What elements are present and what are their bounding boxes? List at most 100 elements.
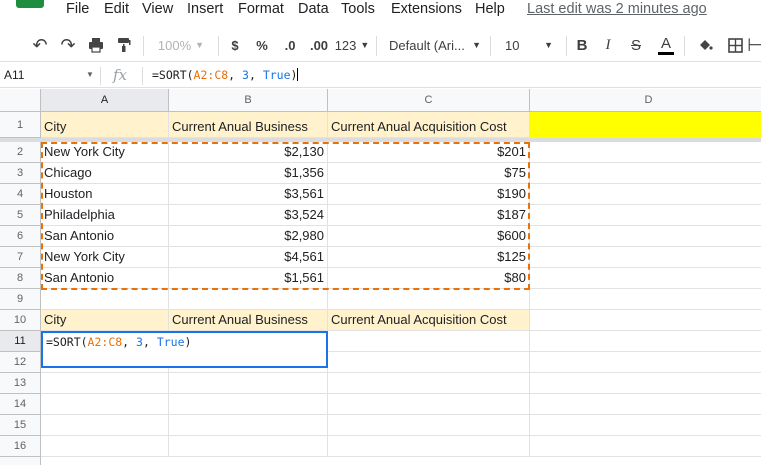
cell-d15[interactable] (530, 415, 761, 436)
text-color-button[interactable]: A (655, 28, 677, 62)
cell-b5[interactable]: $3,524 (169, 205, 328, 226)
cell-c15[interactable] (328, 415, 530, 436)
cell-a4[interactable]: Houston (41, 184, 169, 205)
cell-b9[interactable] (169, 289, 328, 310)
cell-c16[interactable] (328, 436, 530, 457)
column-header-c[interactable]: C (328, 89, 530, 112)
percent-button[interactable]: % (252, 28, 272, 62)
cell-a7[interactable]: New York City (41, 247, 169, 268)
cell-c5[interactable]: $187 (328, 205, 530, 226)
cell-d9[interactable] (530, 289, 761, 310)
increase-decimal-button[interactable]: .00 (305, 28, 333, 62)
cell-b4[interactable]: $3,561 (169, 184, 328, 205)
row-header-15[interactable]: 15 (0, 415, 41, 436)
menu-data[interactable]: Data (298, 1, 329, 17)
cell-d11[interactable] (530, 331, 761, 352)
cell-b10[interactable]: Current Anual Business (169, 310, 328, 331)
italic-button[interactable]: I (598, 28, 618, 62)
fill-color-icon[interactable] (694, 28, 716, 62)
row-header-3[interactable]: 3 (0, 163, 41, 184)
cell-c13[interactable] (328, 373, 530, 394)
cell-a10[interactable]: City (41, 310, 169, 331)
cell-c9[interactable] (328, 289, 530, 310)
cell-c1[interactable]: Current Anual Acquisition Cost (328, 112, 530, 138)
cell-b8[interactable]: $1,561 (169, 268, 328, 289)
redo-icon[interactable]: ↷ (56, 28, 80, 62)
cell-b16[interactable] (169, 436, 328, 457)
cell-d16[interactable] (530, 436, 761, 457)
cell-c14[interactable] (328, 394, 530, 415)
name-box-caret-icon[interactable]: ▼ (86, 70, 94, 79)
cell-d3[interactable] (530, 163, 761, 184)
cell-a2[interactable]: New York City (41, 142, 169, 163)
cell-a15[interactable] (41, 415, 169, 436)
cell-b6[interactable]: $2,980 (169, 226, 328, 247)
cell-d14[interactable] (530, 394, 761, 415)
select-all-corner[interactable] (0, 89, 41, 112)
print-icon[interactable] (84, 28, 108, 62)
row-header-13[interactable]: 13 (0, 373, 41, 394)
cell-a8[interactable]: San Antonio (41, 268, 169, 289)
more-formats-select[interactable]: 123 ▼ (335, 28, 370, 62)
cell-c11[interactable] (328, 331, 530, 352)
cell-a5[interactable]: Philadelphia (41, 205, 169, 226)
row-header-10[interactable]: 10 (0, 310, 41, 331)
font-size-select[interactable]: 10 ▼ (497, 28, 559, 62)
spreadsheet-grid[interactable]: A B C D 1 City Current Anual Business Cu… (0, 89, 761, 465)
cell-d7[interactable] (530, 247, 761, 268)
cell-c3[interactable]: $75 (328, 163, 530, 184)
menu-format[interactable]: Format (238, 1, 284, 17)
row-header-6[interactable]: 6 (0, 226, 41, 247)
menu-edit[interactable]: Edit (104, 1, 129, 17)
cell-d13[interactable] (530, 373, 761, 394)
cell-a3[interactable]: Chicago (41, 163, 169, 184)
column-header-b[interactable]: B (169, 89, 328, 112)
row-header-8[interactable]: 8 (0, 268, 41, 289)
cell-d6[interactable] (530, 226, 761, 247)
cell-d8[interactable] (530, 268, 761, 289)
cell-d10[interactable] (530, 310, 761, 331)
cell-d12[interactable] (530, 352, 761, 373)
cell-c8[interactable]: $80 (328, 268, 530, 289)
row-header-12[interactable]: 12 (0, 352, 41, 373)
bold-button[interactable]: B (572, 28, 592, 62)
row-header-17[interactable] (0, 457, 41, 465)
name-box[interactable]: A11 (4, 68, 24, 82)
cell-d1[interactable] (530, 112, 761, 138)
cell-a1[interactable]: City (41, 112, 169, 138)
cell-c10[interactable]: Current Anual Acquisition Cost (328, 310, 530, 331)
menu-tools[interactable]: Tools (341, 1, 375, 17)
cell-d4[interactable] (530, 184, 761, 205)
row-header-1[interactable]: 1 (0, 112, 41, 138)
cell-b13[interactable] (169, 373, 328, 394)
row-header-9[interactable]: 9 (0, 289, 41, 310)
borders-icon[interactable] (724, 28, 746, 62)
row-header-2[interactable]: 2 (0, 142, 41, 163)
row-header-16[interactable]: 16 (0, 436, 41, 457)
cell-b2[interactable]: $2,130 (169, 142, 328, 163)
row-header-11[interactable]: 11 (0, 331, 41, 352)
menu-help[interactable]: Help (475, 1, 505, 17)
cell-c7[interactable]: $125 (328, 247, 530, 268)
row-header-14[interactable]: 14 (0, 394, 41, 415)
cell-b3[interactable]: $1,356 (169, 163, 328, 184)
paint-format-icon[interactable] (112, 28, 136, 62)
row-header-4[interactable]: 4 (0, 184, 41, 205)
cell-c12[interactable] (328, 352, 530, 373)
cell-b1[interactable]: Current Anual Business (169, 112, 328, 138)
menu-file[interactable]: File (66, 1, 89, 17)
cell-c4[interactable]: $190 (328, 184, 530, 205)
cell-a16[interactable] (41, 436, 169, 457)
cell-a6[interactable]: San Antonio (41, 226, 169, 247)
currency-button[interactable]: $ (226, 28, 244, 62)
menu-insert[interactable]: Insert (187, 1, 223, 17)
cell-a9[interactable] (41, 289, 169, 310)
merge-cells-icon[interactable]: ⊢ (747, 28, 761, 62)
cell-a13[interactable] (41, 373, 169, 394)
active-cell-editor[interactable]: =SORT(A2:C8, 3, True) (41, 331, 328, 368)
cell-b7[interactable]: $4,561 (169, 247, 328, 268)
cell-b15[interactable] (169, 415, 328, 436)
cell-c2[interactable]: $201 (328, 142, 530, 163)
menu-extensions[interactable]: Extensions (391, 1, 462, 17)
strikethrough-button[interactable]: S (626, 28, 646, 62)
